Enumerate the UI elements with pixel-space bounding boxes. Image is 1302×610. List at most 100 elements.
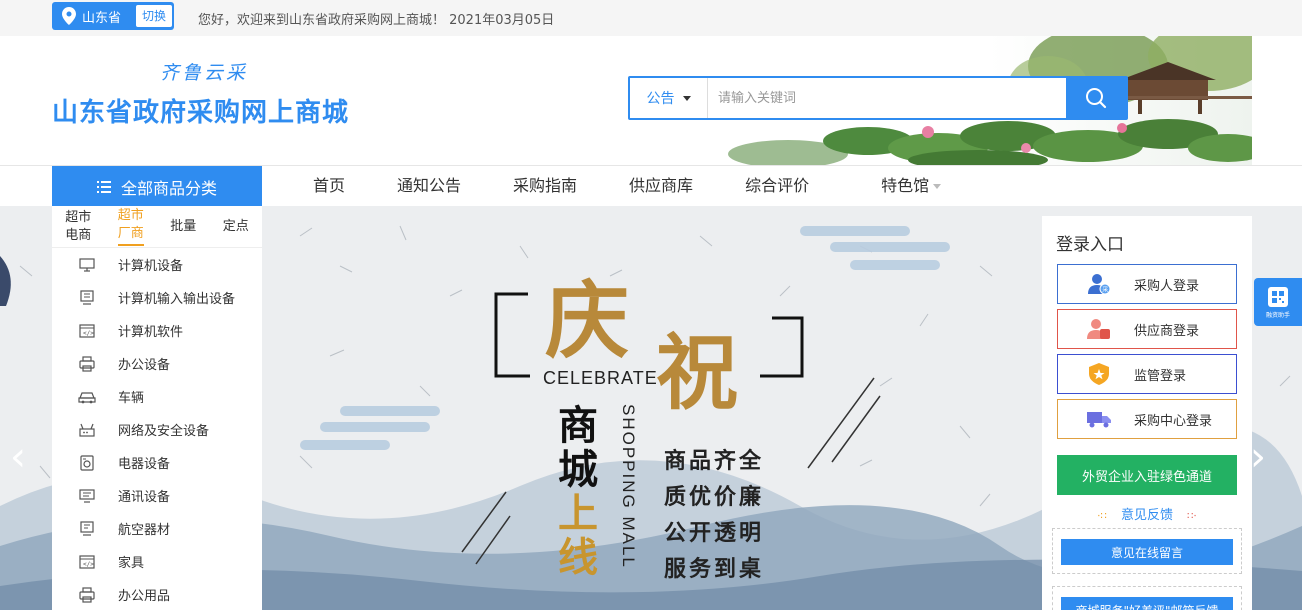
car-icon <box>78 388 96 406</box>
finance-assistant-button[interactable]: 融资助手 <box>1254 278 1302 326</box>
tab-supermarket-ecommerce[interactable]: 超市 电商 <box>52 206 105 247</box>
banner-celebrate: CELEBRATE <box>543 368 658 388</box>
svg-text:采: 采 <box>1102 286 1108 294</box>
logo-subtitle: 齐鲁云采 <box>160 62 249 84</box>
nav-item-featured-label: 特色馆 <box>881 176 930 195</box>
banner-char-qing: 庆 <box>545 271 630 370</box>
svg-text:</>: </> <box>83 330 94 337</box>
category-item[interactable]: 车辆 <box>52 380 262 413</box>
tab-supermarket-manufacturer[interactable]: 超市 厂商 <box>105 206 158 247</box>
category-item[interactable]: 计算机输入输出设备 <box>52 281 262 314</box>
supplier-login-button[interactable]: 供应商登录 <box>1057 309 1237 349</box>
category-item[interactable]: 计算机设备 <box>52 248 262 281</box>
list-icon <box>96 180 111 193</box>
software-icon: </> <box>78 322 96 340</box>
category-item[interactable]: 办公设备 <box>52 347 262 380</box>
tab-line1: 超市 <box>65 209 92 225</box>
caret-down-icon <box>682 95 691 101</box>
category-label: 计算机设备 <box>118 259 184 274</box>
green-channel-button[interactable]: 外贸企业入驻绿色通道 <box>1057 455 1237 495</box>
banner-char-cheng: 城 <box>558 446 598 493</box>
slogan-3: 公开透明 <box>664 521 765 546</box>
category-label: 通讯设备 <box>118 490 171 505</box>
banner-next-arrow-icon[interactable]: › <box>1250 434 1266 480</box>
search-type-label: 公告 <box>646 91 675 107</box>
category-label: 办公用品 <box>118 589 171 604</box>
online-message-button[interactable]: 意见在线留言 <box>1061 539 1233 565</box>
banner-prev-arrow-icon[interactable]: ‹ <box>10 434 26 480</box>
nav-item-guide[interactable]: 采购指南 <box>513 166 577 207</box>
header: 齐鲁云采 山东省政府采购网上商城 公告 请输入关键词 <box>0 36 1302 165</box>
purchaser-login-button[interactable]: 采 采购人登录 <box>1057 264 1237 304</box>
nav-item-evaluation[interactable]: 综合评价 <box>745 166 809 207</box>
nav-item-featured[interactable]: 特色馆 <box>881 166 942 207</box>
category-label: 家具 <box>118 556 145 571</box>
feedback-title: ⋅∷ 意见反馈 ∷⋅ <box>1042 504 1252 523</box>
category-item[interactable]: 办公用品 <box>52 578 262 610</box>
search-button[interactable] <box>1066 78 1126 118</box>
nav-item-suppliers[interactable]: 供应商库 <box>629 166 693 207</box>
top-bar: 山东省 切换 您好，欢迎来到山东省政府采购网上商城！ 2021年03月05日 <box>0 0 1302 36</box>
office-supplies-icon <box>78 586 96 604</box>
category-label: 网络及安全设备 <box>118 424 210 439</box>
procurement-center-login-button[interactable]: 采购中心登录 <box>1057 399 1237 439</box>
supplier-icon <box>1086 316 1112 342</box>
procurement-center-login-label: 采购中心登录 <box>1134 413 1213 429</box>
all-categories-button[interactable]: 全部商品分类 <box>52 166 262 207</box>
category-item[interactable]: 航空器材 <box>52 512 262 545</box>
category-label: 计算机软件 <box>118 325 184 340</box>
banner-char-shang2: 上 <box>558 490 598 537</box>
category-item[interactable]: </> 家具 <box>52 545 262 578</box>
search-input[interactable] <box>708 78 1066 118</box>
search-type-dropdown[interactable]: 公告 <box>630 78 708 118</box>
monitor-icon <box>78 256 96 274</box>
truck-icon <box>1086 406 1112 432</box>
category-item[interactable]: 网络及安全设备 <box>52 413 262 446</box>
banner-char-shang: 商 <box>558 402 598 449</box>
phone-device-icon <box>78 487 96 505</box>
banner-mall-chars: 商 城 上 线 <box>553 404 603 580</box>
supplier-login-label: 供应商登录 <box>1134 323 1200 339</box>
banner-char-xian: 线 <box>558 534 598 581</box>
search-bar: 公告 <box>628 76 1128 120</box>
category-item[interactable]: 电器设备 <box>52 446 262 479</box>
feedback-title-label: 意见反馈 <box>1120 508 1173 523</box>
tab-line2: 厂商 <box>117 226 144 241</box>
tab-supermarket-ecommerce-label: 超市 电商 <box>65 209 91 245</box>
nav-item-home[interactable]: 首页 <box>313 166 345 207</box>
appliance-icon <box>78 454 96 472</box>
welcome-text: 您好，欢迎来到山东省政府采购网上商城！ 2021年03月05日 <box>198 13 555 28</box>
nav-item-notices[interactable]: 通知公告 <box>397 166 461 207</box>
location-pin-icon <box>58 2 80 30</box>
tab-designated-label: 定点 <box>222 218 249 234</box>
banner-char-zhu: 祝 <box>656 325 739 421</box>
location-selector[interactable]: 山东省 切换 <box>52 2 174 30</box>
sparkle-right-icon: ∷⋅ <box>1187 511 1197 522</box>
tab-designated[interactable]: 定点 <box>210 206 263 247</box>
finance-assistant-label: 融资助手 <box>1265 311 1290 319</box>
category-item[interactable]: 通讯设备 <box>52 479 262 512</box>
supervision-login-label: 监管登录 <box>1134 368 1187 384</box>
slogan-4: 服务到桌 <box>664 557 765 582</box>
printer-icon <box>78 355 96 373</box>
supervision-login-button[interactable]: 监管登录 <box>1057 354 1237 394</box>
tab-batch[interactable]: 批量 <box>157 206 210 247</box>
main-nav: 全部商品分类 首页 通知公告 采购指南 供应商库 综合评价 特色馆 <box>0 165 1302 207</box>
service-feedback-button[interactable]: 商城服务"好差评"邮箱反馈 <box>1061 597 1233 610</box>
banner-shopping-mall: SHOPPING MALL <box>619 404 638 569</box>
switch-province-button[interactable]: 切换 <box>135 5 172 27</box>
online-message-box: 意见在线留言 <box>1052 528 1242 574</box>
io-device-icon <box>78 289 96 307</box>
category-item[interactable]: </> 计算机软件 <box>52 314 262 347</box>
logo-title[interactable]: 山东省政府采购网上商城 <box>52 92 349 129</box>
category-label: 航空器材 <box>118 523 171 538</box>
search-icon <box>1086 88 1107 109</box>
all-categories-label: 全部商品分类 <box>120 178 217 198</box>
svg-text:</>: </> <box>83 561 94 568</box>
login-panel: 登录入口 采 采购人登录 供应商登录 监管登录 采购中心登录 外贸企业入驻绿色通… <box>1042 216 1252 610</box>
tab-batch-label: 批量 <box>170 218 197 234</box>
shield-star-icon <box>1086 361 1112 387</box>
login-title: 登录入口 <box>1056 235 1124 255</box>
category-label: 办公设备 <box>118 358 171 373</box>
nav-menu: 首页 通知公告 采购指南 供应商库 综合评价 特色馆 <box>290 166 942 207</box>
